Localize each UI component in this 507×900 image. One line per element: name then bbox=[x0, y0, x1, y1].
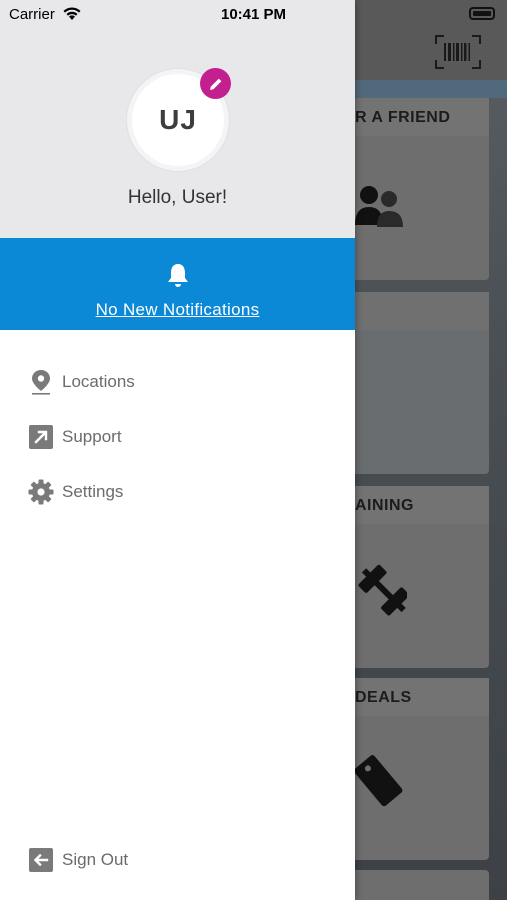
background-card-deals[interactable]: DEALS bbox=[355, 678, 489, 860]
background-banner-strip bbox=[355, 80, 507, 98]
greeting-text: Hello, User! bbox=[127, 187, 228, 208]
menu-item-support[interactable]: Support bbox=[28, 422, 122, 452]
sign-out-icon bbox=[28, 847, 54, 873]
status-time: 10:41 PM bbox=[221, 6, 287, 23]
status-bar: Carrier 10:41 PM bbox=[0, 0, 507, 28]
background-card-title: R A FRIEND bbox=[355, 98, 489, 136]
background-card-title: DEALS bbox=[355, 678, 489, 716]
sign-out-button[interactable]: Sign Out bbox=[28, 845, 128, 875]
wifi-icon bbox=[63, 7, 81, 20]
location-pin-icon bbox=[28, 369, 54, 395]
menu-item-settings[interactable]: Settings bbox=[28, 477, 123, 507]
background-app-content[interactable]: R A FRIEND AINING DEALS bbox=[355, 0, 507, 900]
carrier-label: Carrier bbox=[9, 6, 55, 23]
menu-item-label: Locations bbox=[62, 372, 135, 391]
background-card-title bbox=[355, 292, 489, 330]
navigation-drawer: UJ Hello, User! No New Notifications Loc… bbox=[0, 0, 355, 900]
menu-item-label: Settings bbox=[62, 482, 124, 501]
external-link-icon bbox=[28, 424, 54, 450]
barcode-icon bbox=[435, 35, 481, 69]
background-card-5[interactable] bbox=[355, 870, 489, 900]
menu-item-label: Support bbox=[62, 427, 122, 446]
menu-item-locations[interactable]: Locations bbox=[28, 367, 135, 397]
edit-profile-button[interactable] bbox=[200, 68, 231, 99]
avatar-initials: UJ bbox=[159, 104, 197, 135]
bell-icon bbox=[168, 264, 188, 287]
background-card-refer[interactable]: R A FRIEND bbox=[355, 98, 489, 280]
background-card-title: AINING bbox=[355, 486, 489, 524]
people-icon bbox=[355, 186, 403, 227]
notifications-link[interactable]: No New Notifications bbox=[0, 300, 355, 320]
dumbbell-icon bbox=[358, 564, 407, 616]
background-card-2[interactable] bbox=[355, 292, 489, 474]
background-card-training[interactable]: AINING bbox=[355, 486, 489, 668]
gear-icon bbox=[28, 479, 54, 505]
pencil-icon bbox=[209, 78, 221, 90]
tag-icon bbox=[355, 755, 403, 807]
sign-out-label: Sign Out bbox=[62, 850, 129, 869]
